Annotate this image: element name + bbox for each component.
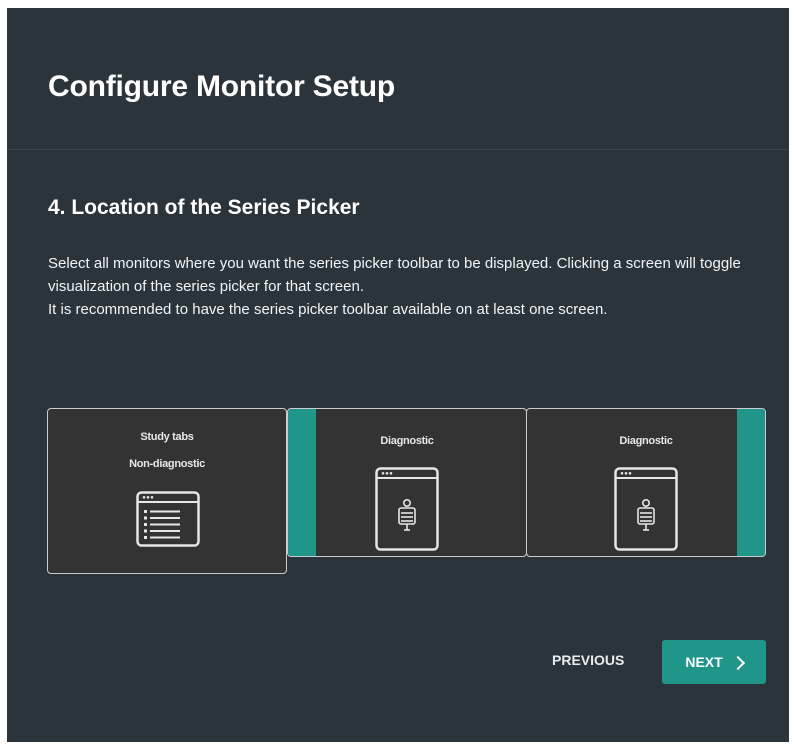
monitor-screen-2[interactable]: Diagnostic: [287, 408, 527, 557]
next-button[interactable]: NEXT: [662, 640, 766, 684]
monitor-1-label-primary: Study tabs: [140, 431, 194, 443]
series-picker-indicator-right: [737, 409, 765, 556]
series-picker-indicator-left: [288, 409, 316, 556]
monitor-3-label: Diagnostic: [619, 435, 673, 447]
list-window-icon: [136, 491, 200, 547]
step-description: Select all monitors where you want the s…: [48, 252, 768, 321]
dialog-title: Configure Monitor Setup: [48, 70, 396, 103]
monitor-screen-3[interactable]: Diagnostic: [526, 408, 766, 557]
monitor-2-label: Diagnostic: [380, 435, 434, 447]
description-line-2: It is recommended to have the series pic…: [48, 301, 608, 318]
monitor-screen-1[interactable]: Study tabs Non-diagnostic: [47, 408, 287, 574]
monitor-1-label-secondary: Non-diagnostic: [129, 458, 205, 470]
chevron-right-icon: [730, 655, 745, 670]
configure-monitor-dialog: Configure Monitor Setup 4. Location of t…: [7, 8, 789, 742]
image-viewer-icon: [614, 467, 678, 551]
step-title: 4. Location of the Series Picker: [48, 196, 360, 219]
previous-button[interactable]: PREVIOUS: [552, 652, 624, 668]
description-line-1: Select all monitors where you want the s…: [48, 255, 741, 295]
image-viewer-icon: [375, 467, 439, 551]
next-button-label: NEXT: [685, 654, 723, 670]
